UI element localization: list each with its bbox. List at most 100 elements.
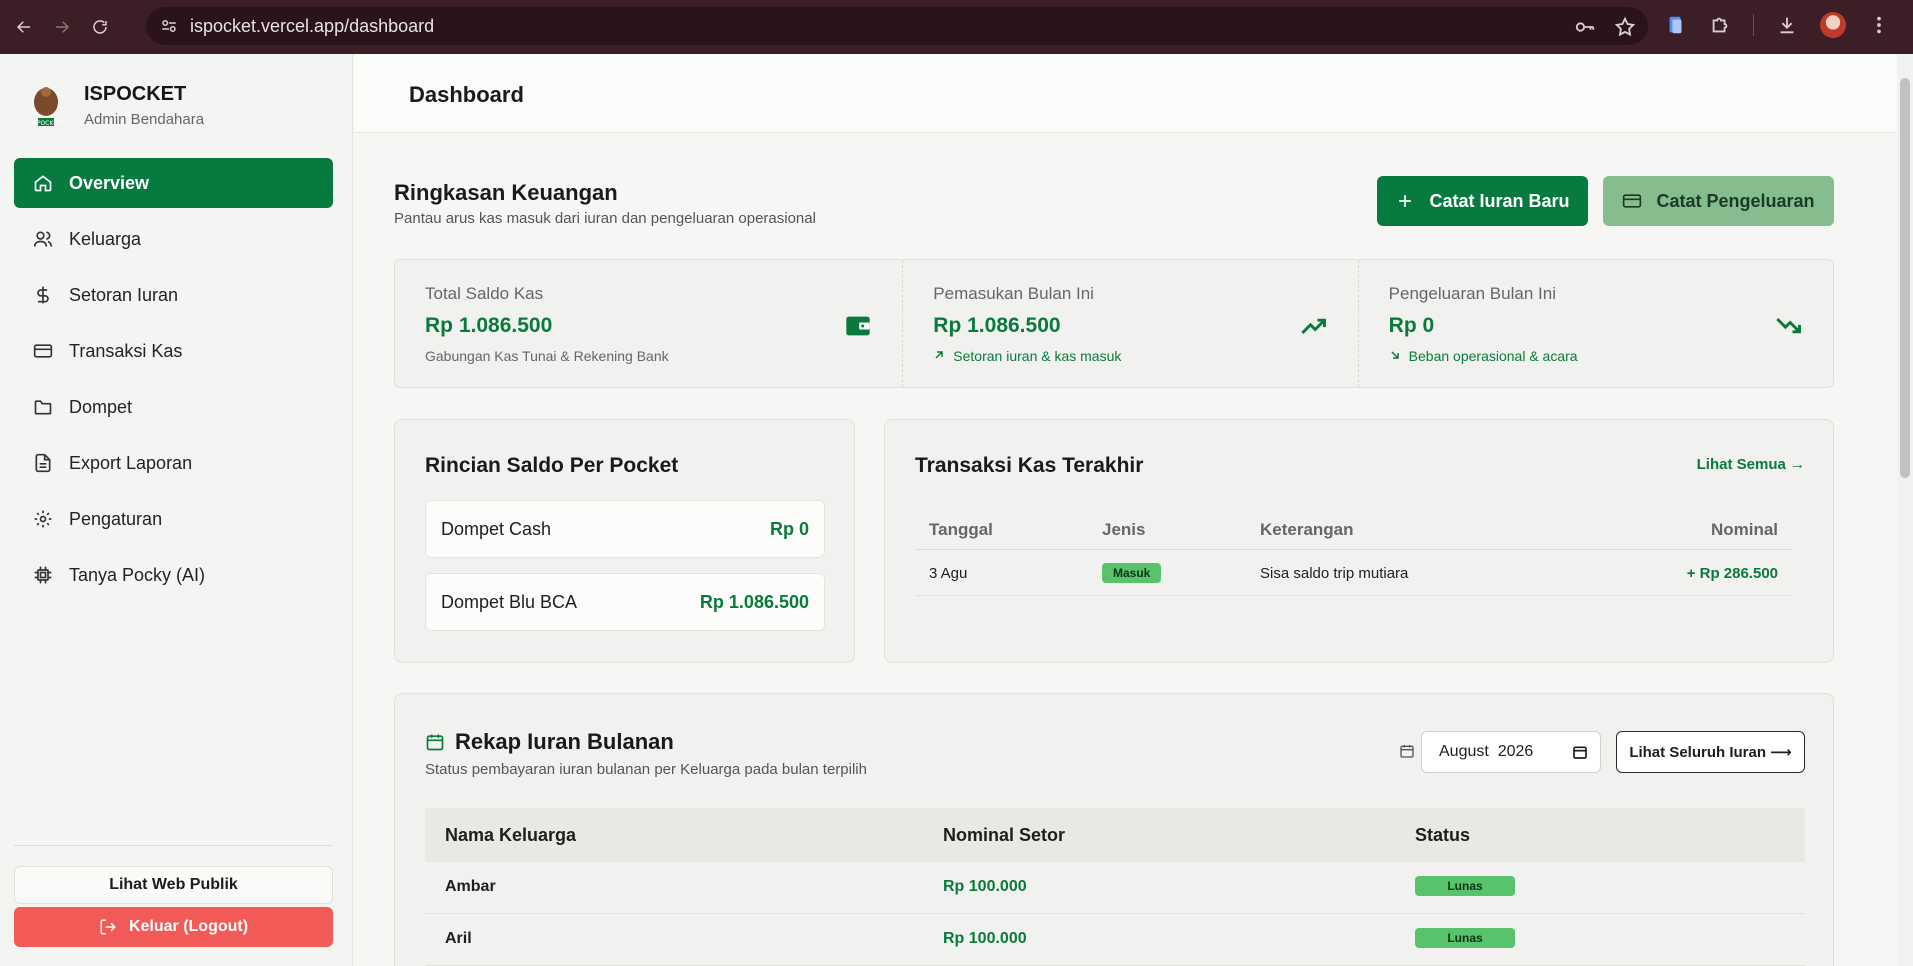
browser-toolbar: ispocket.vercel.app/dashboard (0, 0, 1913, 54)
col-tanggal: Tanggal (929, 520, 993, 539)
star-icon[interactable] (1614, 16, 1636, 38)
tx-amount: + Rp 286.500 (1686, 565, 1778, 582)
sidebar-item-label: Setoran Iuran (69, 284, 179, 305)
ispocket-logo: ISPOCKET (31, 87, 61, 127)
extension-icon[interactable] (1665, 14, 1687, 36)
sidebar-item-label: Tanya Pocky (AI) (69, 564, 206, 585)
forward-arrow-icon (56, 21, 70, 33)
sidebar-item-transaksi-kas[interactable]: Transaksi Kas (14, 326, 333, 376)
stat-pengeluaran: Pengeluaran Bulan Ini Rp 0 Beban operasi… (1357, 260, 1833, 387)
sidebar-item-export-laporan[interactable]: Export Laporan (14, 438, 333, 488)
tx-description: Sisa saldo trip mutiara (1260, 565, 1409, 582)
puzzle-icon[interactable] (1709, 14, 1731, 36)
logo-text: ISPOCKET (31, 120, 61, 127)
sidebar-item-keluarga[interactable]: Keluarga (14, 214, 333, 264)
site-settings-icon (162, 20, 176, 32)
pocket-card-title: Rincian Saldo Per Pocket (425, 454, 679, 477)
calendar-picker-icon[interactable] (1572, 744, 1588, 760)
pocket-item: Dompet Cash Rp 0 (425, 500, 825, 558)
reload-icon (93, 20, 107, 34)
see-all-link[interactable]: Lihat Semua → (1697, 456, 1805, 473)
month-value: August 2026 (1439, 743, 1534, 760)
logout-button[interactable]: Keluar (Logout) (14, 907, 333, 947)
all-iuran-button[interactable]: Lihat Seluruh Iuran ⟶ (1616, 731, 1805, 773)
sidebar-item-pengaturan[interactable]: Pengaturan (14, 494, 333, 544)
pocket-value: Rp 1.086.500 (699, 591, 809, 612)
logout-icon (100, 919, 116, 935)
stat-value: Rp 0 (1388, 314, 1435, 337)
reload-button[interactable] (86, 13, 114, 41)
brand-role: Admin Bendahara (84, 110, 205, 128)
col-nominal: Nominal (1710, 520, 1778, 539)
pocket-item: Dompet Blu BCA Rp 1.086.500 (425, 573, 825, 631)
key-icon[interactable] (1574, 16, 1596, 38)
family-amount: Rp 100.000 (943, 930, 1027, 947)
transactions-table-header: Tanggal Jenis Keterangan Nominal (915, 510, 1792, 550)
stat-label: Pengeluaran Bulan Ini (1388, 284, 1556, 303)
add-iuran-label: Catat Iuran Baru (1429, 190, 1570, 211)
tx-type-badge: Masuk (1102, 563, 1162, 583)
stat-note-text: Beban operasional & acara (1408, 348, 1578, 364)
add-iuran-button[interactable]: Catat Iuran Baru (1377, 176, 1588, 226)
calendar-icon (426, 734, 444, 751)
trend-up-icon (1300, 318, 1326, 335)
url-text: ispocket.vercel.app/dashboard (190, 15, 435, 36)
profile-avatar[interactable] (1820, 12, 1846, 38)
rekap-table-header: Nama Keluarga Nominal Setor Status (425, 808, 1805, 862)
users-icon (33, 231, 53, 247)
add-expense-button[interactable]: Catat Pengeluaran (1603, 176, 1834, 226)
stat-total-saldo: Total Saldo Kas Rp 1.086.500 Gabungan Ka… (395, 260, 902, 387)
sidebar-item-overview[interactable]: Overview (14, 158, 333, 208)
stat-note: Gabungan Kas Tunai & Rekening Bank (425, 348, 669, 364)
stat-value: Rp 1.086.500 (425, 314, 553, 337)
pocket-card: Rincian Saldo Per Pocket Dompet Cash Rp … (394, 419, 855, 663)
page-title: Dashboard (409, 82, 524, 107)
summary-subtitle: Pantau arus kas masuk dari iuran dan pen… (394, 210, 816, 227)
page-scrollbar[interactable] (1897, 54, 1913, 966)
public-web-button[interactable]: Lihat Web Publik (14, 866, 333, 904)
table-row: Ambar Rp 100.000 Lunas (425, 862, 1805, 914)
col-nama-keluarga: Nama Keluarga (445, 825, 577, 845)
toolbar-separator (1753, 14, 1754, 36)
scrollbar-thumb[interactable] (1900, 78, 1910, 478)
download-icon[interactable] (1776, 14, 1798, 36)
rekap-subtitle: Status pembayaran iuran bulanan per Kelu… (425, 761, 867, 778)
gear-icon (34, 510, 52, 528)
stat-pemasukan: Pemasukan Bulan Ini Rp 1.086.500 Setoran… (902, 260, 1357, 387)
page-header: Dashboard (354, 54, 1897, 133)
brand-name: ISPOCKET (84, 82, 187, 105)
month-picker[interactable]: August 2026 (1421, 731, 1601, 773)
family-amount: Rp 100.000 (943, 878, 1027, 895)
rekap-card: Rekap Iuran Bulanan Status pembayaran iu… (394, 693, 1834, 966)
brand: ISPOCKET ISPOCKET Admin Bendahara (28, 82, 204, 128)
sidebar-item-label: Overview (69, 172, 150, 193)
table-row: 3 Agu Masuk Sisa saldo trip mutiara + Rp… (915, 552, 1792, 596)
sidebar: ISPOCKET ISPOCKET Admin Bendahara Overvi… (0, 54, 353, 966)
calendar-icon (1400, 745, 1414, 758)
forward-button[interactable] (48, 13, 76, 41)
arrow-up-right-icon (935, 351, 944, 359)
trend-down-icon (1776, 317, 1801, 334)
pocket-name: Dompet Cash (441, 518, 552, 539)
sidebar-item-tanya-pocky[interactable]: Tanya Pocky (AI) (14, 550, 333, 600)
back-button[interactable] (10, 13, 38, 41)
transactions-card-title: Transaksi Kas Terakhir (915, 454, 1144, 477)
menu-dots-icon[interactable] (1868, 14, 1890, 36)
plus-icon (1399, 195, 1412, 207)
stat-value: Rp 1.086.500 (933, 314, 1061, 337)
col-nominal-setor: Nominal Setor (943, 825, 1066, 845)
stat-label: Pemasukan Bulan Ini (933, 284, 1094, 303)
sidebar-item-label: Dompet (69, 396, 133, 417)
tx-date: 3 Agu (929, 565, 968, 582)
stat-label: Total Saldo Kas (425, 284, 544, 303)
sidebar-item-label: Pengaturan (69, 508, 163, 529)
status-badge: Lunas (1415, 928, 1515, 948)
sidebar-item-label: Transaksi Kas (69, 340, 183, 361)
sidebar-item-dompet[interactable]: Dompet (14, 382, 333, 432)
sidebar-item-setoran-iuran[interactable]: Setoran Iuran (14, 270, 333, 320)
address-bar[interactable]: ispocket.vercel.app/dashboard (146, 7, 1648, 45)
home-icon (34, 175, 52, 192)
status-badge: Lunas (1415, 876, 1515, 896)
logout-label: Keluar (Logout) (128, 918, 249, 935)
pocket-value: Rp 0 (769, 518, 809, 539)
